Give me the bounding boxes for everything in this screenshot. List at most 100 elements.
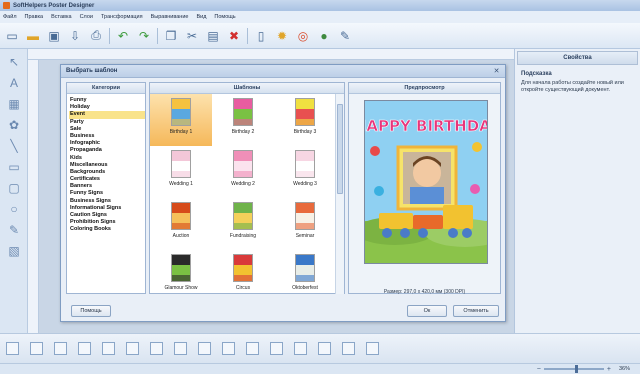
hint-title: Подсказка [521, 71, 552, 77]
cut-icon[interactable]: ✂ [184, 28, 200, 44]
align-middle-icon[interactable] [102, 342, 115, 355]
zoom-slider[interactable] [543, 365, 604, 373]
category-item[interactable]: Coloring Books [69, 226, 145, 233]
align-right-icon[interactable] [54, 342, 67, 355]
cancel-button[interactable]: Отменить [453, 305, 499, 317]
align-left-icon[interactable] [6, 342, 19, 355]
template-item[interactable]: Oktoberfest [274, 250, 336, 294]
template-thumbnail [233, 202, 253, 230]
category-item[interactable]: Party [69, 119, 145, 126]
category-item[interactable]: Miscellaneous [69, 162, 145, 169]
category-item[interactable]: Infographic [69, 140, 145, 147]
app-title: SoftHelpers Poster Designer [13, 2, 95, 9]
rotate-right-icon[interactable] [174, 342, 187, 355]
close-icon[interactable]: ✕ [492, 67, 501, 76]
category-item[interactable]: Holiday [69, 104, 145, 111]
undo-icon[interactable]: ↶ [115, 28, 131, 44]
line-icon[interactable]: ╲ [6, 138, 22, 154]
menu-help[interactable]: Помощь [214, 14, 235, 20]
text-icon[interactable]: A [6, 75, 22, 91]
menu-layers[interactable]: Слои [80, 14, 93, 20]
status-bar: − + 36% [0, 363, 640, 374]
copy-icon[interactable]: ❐ [163, 28, 179, 44]
main-toolbar: ▭ ▬ ▣ ⇩ ⎙ ↶ ↷ ❐ ✂ ▤ ✖ ▯ ✹ ◎ ● ✎ [0, 23, 640, 49]
rectangle-icon[interactable]: ▭ [6, 159, 22, 175]
category-item[interactable]: Prohibition Signs [69, 219, 145, 226]
align-center-icon[interactable] [30, 342, 43, 355]
template-thumbnail [171, 202, 191, 230]
redo-icon[interactable]: ↷ [136, 28, 152, 44]
bring-front-icon[interactable] [246, 342, 259, 355]
category-item[interactable]: Propaganda [69, 147, 145, 154]
template-item[interactable]: Fundraising [212, 198, 274, 250]
picture-icon[interactable]: ▧ [6, 243, 22, 259]
settings-icon[interactable]: ✹ [274, 28, 290, 44]
pointer-icon[interactable]: ↖ [6, 54, 22, 70]
page-icon[interactable]: ▯ [253, 28, 269, 44]
delete-icon[interactable]: ✖ [226, 28, 242, 44]
template-item[interactable]: Birthday 1 [150, 94, 212, 146]
flip-vertical-icon[interactable] [222, 342, 235, 355]
clipart-icon[interactable]: ✿ [6, 117, 22, 133]
ellipse-icon[interactable]: ○ [6, 201, 22, 217]
category-item[interactable]: Funny Signs [69, 190, 145, 197]
category-item[interactable]: Event [69, 111, 145, 119]
menu-transform[interactable]: Трансформация [101, 14, 143, 20]
template-item[interactable]: Wedding 3 [274, 146, 336, 198]
menu-insert[interactable]: Вставка [51, 14, 71, 20]
toolbar-separator [247, 27, 248, 44]
rounded-rect-icon[interactable]: ▢ [6, 180, 22, 196]
category-item[interactable]: Certificates [69, 176, 145, 183]
templates-scrollbar[interactable] [335, 94, 344, 294]
image-icon[interactable]: ▦ [6, 96, 22, 112]
template-item[interactable]: Wedding 1 [150, 146, 212, 198]
menu-edit[interactable]: Правка [25, 14, 44, 20]
category-item[interactable]: Funny [69, 97, 145, 104]
category-item[interactable]: Caution Signs [69, 212, 145, 219]
menu-file[interactable]: Файл [3, 14, 17, 20]
tools-icon[interactable]: ✎ [337, 28, 353, 44]
template-item[interactable]: Birthday 3 [274, 94, 336, 146]
zoom-out-icon[interactable]: − [537, 366, 541, 373]
zoom-thumb[interactable] [575, 365, 579, 373]
group-icon[interactable] [294, 342, 307, 355]
template-item[interactable]: Auction [150, 198, 212, 250]
category-item[interactable]: Informational Signs [69, 205, 145, 212]
category-item[interactable]: Backgrounds [69, 169, 145, 176]
web-icon[interactable]: ● [316, 28, 332, 44]
help-button[interactable]: Помощь [71, 305, 111, 317]
category-item[interactable]: Business Signs [69, 198, 145, 205]
template-item[interactable]: Glamour Show [150, 250, 212, 294]
category-item[interactable]: Sale [69, 126, 145, 133]
paste-icon[interactable]: ▤ [205, 28, 221, 44]
template-item[interactable]: Birthday 2 [212, 94, 274, 146]
category-item[interactable]: Kids [69, 155, 145, 162]
ok-button[interactable]: Ок [407, 305, 447, 317]
rotate-left-icon[interactable] [150, 342, 163, 355]
align-top-icon[interactable] [78, 342, 91, 355]
align-bottom-icon[interactable] [126, 342, 139, 355]
lock-icon[interactable] [342, 342, 355, 355]
template-item[interactable]: Wedding 2 [212, 146, 274, 198]
help-icon[interactable]: ◎ [295, 28, 311, 44]
template-item[interactable]: Seminar [274, 198, 336, 250]
template-item[interactable]: Circus [212, 250, 274, 294]
export-icon[interactable]: ⇩ [67, 28, 83, 44]
new-icon[interactable]: ▭ [4, 28, 20, 44]
template-thumbnail [295, 254, 315, 282]
properties-header[interactable]: Свойства [517, 51, 638, 65]
open-icon[interactable]: ▬ [25, 28, 41, 44]
zoom-in-icon[interactable]: + [607, 366, 611, 373]
ungroup-icon[interactable] [318, 342, 331, 355]
flip-horizontal-icon[interactable] [198, 342, 211, 355]
pen-icon[interactable]: ✎ [6, 222, 22, 238]
menu-align[interactable]: Выравнивание [151, 14, 189, 20]
save-icon[interactable]: ▣ [46, 28, 62, 44]
distribute-icon[interactable] [366, 342, 379, 355]
scroll-thumb[interactable] [337, 104, 343, 194]
menu-view[interactable]: Вид [196, 14, 206, 20]
print-icon[interactable]: ⎙ [88, 28, 104, 44]
send-back-icon[interactable] [270, 342, 283, 355]
category-item[interactable]: Business [69, 133, 145, 140]
category-item[interactable]: Banners [69, 183, 145, 190]
